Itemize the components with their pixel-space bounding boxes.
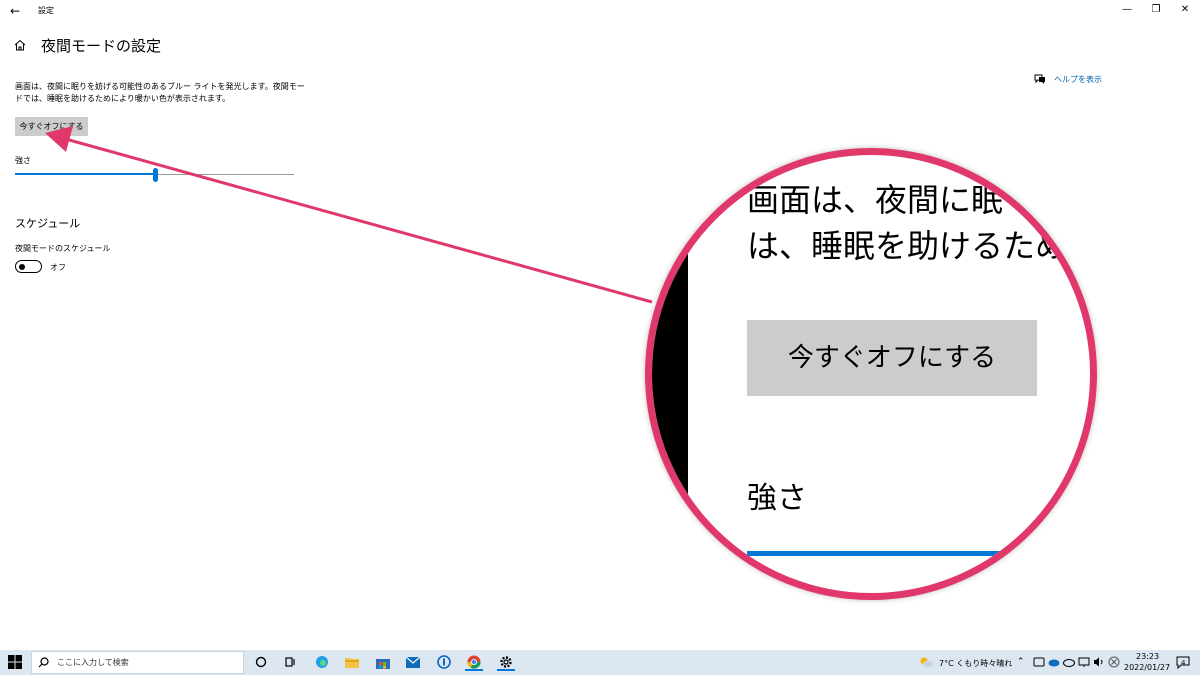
- window-title: 設定: [38, 6, 54, 15]
- magnified-slider: [747, 551, 1007, 556]
- password-manager-icon[interactable]: [435, 653, 453, 671]
- speaker-icon[interactable]: [1093, 656, 1105, 668]
- close-button[interactable]: ✕: [1176, 2, 1194, 18]
- help-chat-icon: [1034, 74, 1045, 84]
- cloud-icon[interactable]: [1063, 657, 1075, 667]
- magnified-strength-label: 強さ: [747, 481, 807, 516]
- search-icon: [38, 657, 49, 668]
- file-explorer-icon[interactable]: [343, 653, 361, 671]
- cortana-icon[interactable]: [252, 653, 270, 671]
- notification-count: 4: [1181, 659, 1186, 667]
- chevron-up-icon[interactable]: ⌃: [1017, 657, 1025, 667]
- toggle-knob: [19, 263, 25, 270]
- description-text: 画面は、夜間に眠りを妨げる可能性のあるブルー ライトを発光します。夜間モードでは…: [15, 82, 305, 103]
- network-icon[interactable]: [1078, 656, 1090, 668]
- store-icon[interactable]: [374, 653, 392, 671]
- help-label: ヘルプを表示: [1054, 74, 1102, 84]
- restore-button[interactable]: ❐: [1147, 2, 1165, 18]
- title-bar: ← 設定 — ❐ ✕: [0, 0, 1200, 22]
- task-view-icon[interactable]: [281, 653, 299, 671]
- minimize-button[interactable]: —: [1118, 2, 1136, 18]
- schedule-toggle-label: 夜間モードのスケジュール: [15, 244, 111, 253]
- schedule-heading: スケジュール: [15, 217, 81, 230]
- edge-icon[interactable]: [313, 653, 331, 671]
- turn-off-now-button[interactable]: 今すぐオフにする: [15, 117, 88, 136]
- strength-label: 強さ: [15, 156, 31, 165]
- clock-date[interactable]: 2022/01/27: [1124, 663, 1170, 672]
- magnifier-callout: 画面は、夜間に眠 は、睡眠を助けるために 今すぐオフにする 強さ: [645, 148, 1097, 600]
- weather-text[interactable]: 7°C くもり時々晴れ: [939, 658, 1012, 669]
- magnified-off-button: 今すぐオフにする: [747, 320, 1037, 396]
- slider-fill: [15, 173, 155, 175]
- strength-slider[interactable]: [15, 166, 294, 184]
- taskbar: ここに入力して検索 7°C くもり時々晴れ ⌃ 23:23 2022/01/27: [0, 650, 1200, 675]
- settings-gear-icon[interactable]: [497, 653, 515, 671]
- home-icon[interactable]: [13, 38, 27, 52]
- windows-start-icon[interactable]: [8, 655, 22, 669]
- mail-icon[interactable]: [404, 653, 422, 671]
- mute-status-icon[interactable]: [1108, 656, 1120, 668]
- page-title: 夜間モードの設定: [41, 37, 162, 55]
- help-link[interactable]: ヘルプを表示: [1034, 73, 1102, 85]
- schedule-toggle[interactable]: [15, 260, 42, 273]
- tray-app-icon[interactable]: [1033, 656, 1045, 668]
- chrome-active-indicator: [465, 669, 483, 671]
- search-placeholder: ここに入力して検索: [57, 658, 129, 667]
- clock-time[interactable]: 23:23: [1136, 652, 1159, 661]
- weather-icon[interactable]: [919, 656, 933, 668]
- slider-thumb[interactable]: [153, 168, 158, 182]
- magnified-description: 画面は、夜間に眠 は、睡眠を助けるために: [747, 177, 1097, 269]
- onedrive-icon[interactable]: [1048, 657, 1060, 667]
- chrome-icon[interactable]: [465, 653, 483, 671]
- settings-active-indicator: [497, 669, 515, 671]
- magnifier-dark-edge: [652, 155, 688, 593]
- back-arrow-icon[interactable]: ←: [6, 2, 24, 20]
- magnified-line-2: は、睡眠を助けるために: [747, 227, 1097, 265]
- schedule-toggle-state: オフ: [50, 263, 66, 272]
- magnified-line-1: 画面は、夜間に眠: [747, 181, 1004, 219]
- taskbar-search[interactable]: ここに入力して検索: [31, 651, 244, 674]
- notification-icon[interactable]: 4: [1175, 654, 1191, 670]
